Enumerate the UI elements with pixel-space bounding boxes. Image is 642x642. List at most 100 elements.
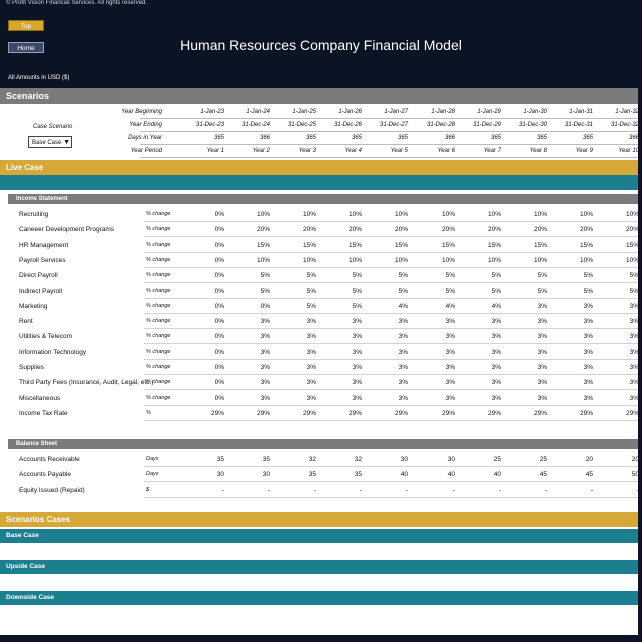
value-cell[interactable]: 10% [368,257,408,264]
value-cell[interactable]: 3% [322,349,362,356]
value-cell[interactable]: 29% [553,410,593,417]
value-cell[interactable]: 5% [507,272,547,279]
value-cell[interactable]: 3% [461,364,501,371]
value-cell[interactable]: 3% [230,379,270,386]
value-cell[interactable]: 15% [553,242,593,249]
value-cell[interactable]: 0% [230,303,270,310]
value-cell[interactable]: 5% [553,288,593,295]
value-cell[interactable]: 5% [322,288,362,295]
value-cell[interactable]: 10% [415,211,455,218]
value-cell[interactable]: 3% [415,379,455,386]
value-cell[interactable]: 5% [368,272,408,279]
value-cell[interactable]: 3% [276,364,316,371]
value-cell[interactable]: 3% [322,379,362,386]
value-cell[interactable]: 10% [507,257,547,264]
value-cell[interactable]: 3% [599,318,638,325]
value-cell[interactable]: 3% [507,333,547,340]
value-cell[interactable]: - [461,487,501,494]
scenario-case-bar[interactable]: Upside Case [0,560,638,574]
value-cell[interactable]: 3% [553,364,593,371]
value-cell[interactable]: 0% [184,333,224,340]
value-cell[interactable]: 15% [322,242,362,249]
value-cell[interactable]: 50 [599,471,638,478]
value-cell[interactable]: 29% [461,410,501,417]
value-cell[interactable]: - [276,487,316,494]
value-cell[interactable]: 0% [184,288,224,295]
value-cell[interactable]: 45 [507,471,547,478]
value-cell[interactable]: 3% [230,364,270,371]
value-cell[interactable]: 3% [461,395,501,402]
value-cell[interactable]: 3% [322,395,362,402]
value-cell[interactable]: 40 [368,471,408,478]
value-cell[interactable]: 4% [461,303,501,310]
value-cell[interactable]: 20% [322,226,362,233]
value-cell[interactable]: 3% [507,395,547,402]
value-cell[interactable]: 3% [276,395,316,402]
value-cell[interactable]: 30 [415,456,455,463]
value-cell[interactable]: 5% [276,303,316,310]
value-cell[interactable]: 20% [230,226,270,233]
value-cell[interactable]: 5% [368,288,408,295]
value-cell[interactable]: 3% [461,333,501,340]
value-cell[interactable]: 3% [599,395,638,402]
value-cell[interactable]: 20% [276,226,316,233]
value-cell[interactable]: - [415,487,455,494]
value-cell[interactable]: 3% [230,349,270,356]
value-cell[interactable]: 35 [322,471,362,478]
value-cell[interactable]: 0% [184,364,224,371]
value-cell[interactable]: 0% [184,379,224,386]
value-cell[interactable]: 3% [322,318,362,325]
value-cell[interactable]: 5% [276,288,316,295]
value-cell[interactable]: 25 [507,456,547,463]
value-cell[interactable]: 3% [368,379,408,386]
value-cell[interactable]: - [507,487,547,494]
value-cell[interactable]: 3% [415,318,455,325]
value-cell[interactable]: 15% [368,242,408,249]
value-cell[interactable]: 5% [322,303,362,310]
value-cell[interactable]: 29% [276,410,316,417]
value-cell[interactable]: 3% [553,333,593,340]
value-cell[interactable]: 29% [368,410,408,417]
value-cell[interactable]: 10% [230,211,270,218]
value-cell[interactable]: 10% [230,257,270,264]
value-cell[interactable]: 3% [322,333,362,340]
value-cell[interactable]: 3% [553,395,593,402]
value-cell[interactable]: 10% [599,211,638,218]
value-cell[interactable]: 10% [553,257,593,264]
value-cell[interactable]: - [599,487,638,494]
value-cell[interactable]: 20% [599,226,638,233]
value-cell[interactable]: 3% [507,364,547,371]
value-cell[interactable]: 3% [368,395,408,402]
value-cell[interactable]: 3% [368,333,408,340]
value-cell[interactable]: 40 [461,471,501,478]
value-cell[interactable]: 5% [461,272,501,279]
value-cell[interactable]: 5% [230,288,270,295]
value-cell[interactable]: 20% [415,226,455,233]
value-cell[interactable]: 45 [553,471,593,478]
case-scenario-select[interactable]: Base Case ▼ [28,136,72,148]
value-cell[interactable]: 3% [276,318,316,325]
value-cell[interactable]: 0% [184,303,224,310]
value-cell[interactable]: 15% [230,242,270,249]
value-cell[interactable]: 15% [415,242,455,249]
value-cell[interactable]: 29% [184,410,224,417]
value-cell[interactable]: 10% [461,211,501,218]
value-cell[interactable]: 0% [184,395,224,402]
value-cell[interactable]: 30 [230,471,270,478]
value-cell[interactable]: - [322,487,362,494]
value-cell[interactable]: 40 [415,471,455,478]
value-cell[interactable]: 5% [553,272,593,279]
value-cell[interactable]: 3% [276,333,316,340]
value-cell[interactable]: 0% [184,226,224,233]
value-cell[interactable]: 3% [553,349,593,356]
value-cell[interactable]: 3% [507,303,547,310]
value-cell[interactable]: 3% [461,318,501,325]
value-cell[interactable]: 15% [507,242,547,249]
value-cell[interactable]: 0% [184,318,224,325]
value-cell[interactable]: 3% [415,333,455,340]
value-cell[interactable]: 29% [599,410,638,417]
value-cell[interactable]: 5% [415,288,455,295]
value-cell[interactable]: 10% [599,257,638,264]
value-cell[interactable]: 5% [230,272,270,279]
value-cell[interactable]: 30 [184,471,224,478]
